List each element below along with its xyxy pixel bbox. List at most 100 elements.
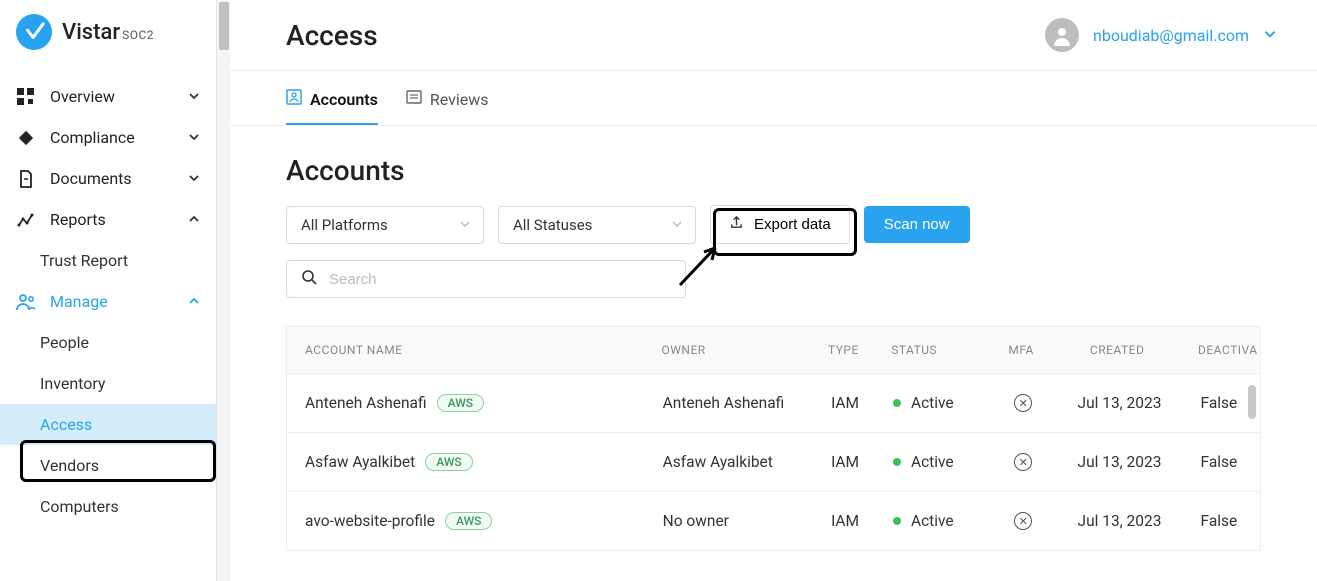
platform-filter[interactable]: All Platforms: [286, 206, 484, 244]
brand: VistarSOC2: [0, 0, 216, 68]
col-header-created[interactable]: CREATED: [1050, 343, 1184, 357]
col-header-deactivated[interactable]: DEACTIVA: [1184, 343, 1260, 357]
sidebar-item-manage[interactable]: Manage: [0, 281, 216, 322]
sidebar-item-label: Overview: [50, 87, 174, 106]
platform-badge: AWS: [445, 512, 492, 530]
sidebar-sub-trust-report[interactable]: Trust Report: [0, 240, 216, 281]
chevron-down-icon: [671, 216, 683, 234]
search-icon: [301, 269, 317, 289]
select-value: All Statuses: [513, 216, 592, 234]
table-scrollbar[interactable]: [1248, 385, 1258, 546]
sidebar-sub-inventory[interactable]: Inventory: [0, 363, 216, 404]
export-label: Export data: [754, 216, 831, 233]
main-content: Access nboudiab@gmail.com Accounts Revie…: [230, 0, 1317, 581]
col-header-mfa[interactable]: MFA: [992, 343, 1050, 357]
sidebar-item-label: Compliance: [50, 128, 174, 147]
page-title: Access: [286, 19, 378, 52]
sidebar-sub-label: Access: [40, 415, 92, 434]
dashboard-icon: [16, 88, 36, 106]
cell-mfa: ✕: [994, 512, 1052, 530]
status-filter[interactable]: All Statuses: [498, 206, 696, 244]
cell-created: Jul 13, 2023: [1052, 453, 1186, 471]
sidebar-item-label: Manage: [50, 292, 174, 311]
sidebar-sub-people[interactable]: People: [0, 322, 216, 363]
table-row[interactable]: avo-website-profileAWSNo ownerIAMActive ✕…: [287, 491, 1260, 550]
export-button[interactable]: Export data: [710, 205, 850, 244]
col-header-status[interactable]: STATUS: [877, 343, 992, 357]
table-row[interactable]: Asfaw AyalkibetAWSAsfaw AyalkibetIAMActi…: [287, 432, 1260, 491]
cell-status: Active: [879, 512, 994, 530]
tab-label: Reviews: [430, 90, 489, 109]
chevron-down-icon: [188, 128, 200, 147]
sidebar-sub-vendors[interactable]: Vendors: [0, 445, 216, 486]
table-body: Anteneh AshenafiAWSAnteneh AshenafiIAMAc…: [287, 373, 1260, 550]
scrollbar-thumb[interactable]: [219, 2, 229, 50]
accounts-table: ACCOUNT NAME OWNER TYPE STATUS MFA CREAT…: [286, 326, 1261, 551]
platform-badge: AWS: [437, 394, 484, 412]
search-input[interactable]: [329, 271, 671, 288]
col-header-type[interactable]: TYPE: [810, 343, 878, 357]
cell-created: Jul 13, 2023: [1052, 512, 1186, 530]
mfa-disabled-icon: ✕: [1014, 512, 1032, 530]
sidebar-item-compliance[interactable]: Compliance: [0, 117, 216, 158]
chevron-up-icon: [188, 210, 200, 229]
cell-name: Anteneh AshenafiAWS: [287, 394, 649, 412]
topbar: Access nboudiab@gmail.com: [230, 0, 1317, 71]
cell-status: Active: [879, 453, 994, 471]
scrollbar-thumb[interactable]: [1248, 385, 1256, 419]
table-row[interactable]: Anteneh AshenafiAWSAnteneh AshenafiIAMAc…: [287, 373, 1260, 432]
tab-accounts[interactable]: Accounts: [286, 89, 378, 125]
people-icon: [16, 293, 36, 311]
sidebar-item-label: Reports: [50, 210, 174, 229]
mfa-disabled-icon: ✕: [1014, 453, 1032, 471]
search-field[interactable]: [286, 260, 686, 298]
sidebar-item-documents[interactable]: Documents: [0, 158, 216, 199]
accounts-section: Accounts All Platforms All Statuses Expo…: [230, 126, 1317, 551]
tab-reviews[interactable]: Reviews: [406, 89, 489, 125]
scan-now-button[interactable]: Scan now: [864, 206, 970, 243]
cell-type: IAM: [811, 453, 879, 471]
chevron-up-icon: [188, 292, 200, 311]
table-header: ACCOUNT NAME OWNER TYPE STATUS MFA CREAT…: [287, 327, 1260, 373]
brand-suffix: SOC2: [122, 28, 154, 42]
avatar: [1045, 18, 1079, 52]
filter-controls: All Platforms All Statuses Export data S…: [286, 205, 1261, 244]
cell-mfa: ✕: [994, 453, 1052, 471]
cell-status: Active: [879, 394, 994, 412]
sidebar-sub-label: Inventory: [40, 374, 106, 393]
sidebar-item-overview[interactable]: Overview: [0, 76, 216, 117]
cell-name: Asfaw AyalkibetAWS: [287, 453, 649, 471]
user-email: nboudiab@gmail.com: [1093, 26, 1249, 45]
sidebar-item-reports[interactable]: Reports: [0, 199, 216, 240]
cell-owner: Asfaw Ayalkibet: [649, 453, 812, 471]
cell-type: IAM: [811, 512, 879, 530]
brand-logo: [16, 14, 52, 50]
user-menu[interactable]: nboudiab@gmail.com: [1045, 18, 1277, 52]
sidebar-sub-label: Trust Report: [40, 251, 128, 270]
sidebar-nav: Overview Compliance Documents: [0, 68, 216, 527]
platform-badge: AWS: [425, 453, 472, 471]
select-value: All Platforms: [301, 216, 388, 234]
sidebar-sub-access[interactable]: Access: [0, 404, 216, 445]
cell-owner: No owner: [649, 512, 812, 530]
cell-type: IAM: [811, 394, 879, 412]
chevron-down-icon: [1263, 26, 1277, 45]
sidebar-scrollbar[interactable]: [216, 0, 230, 581]
chevron-down-icon: [188, 87, 200, 106]
tabs: Accounts Reviews: [230, 71, 1317, 126]
reviews-tab-icon: [406, 89, 422, 109]
mfa-disabled-icon: ✕: [1014, 394, 1032, 412]
accounts-tab-icon: [286, 89, 302, 109]
sidebar-sub-computers[interactable]: Computers: [0, 486, 216, 527]
col-header-name[interactable]: ACCOUNT NAME: [287, 343, 648, 357]
sidebar: VistarSOC2 Overview Compliance: [0, 0, 216, 581]
user-icon: [1051, 24, 1073, 46]
sidebar-item-label: Documents: [50, 169, 174, 188]
sidebar-sub-label: Computers: [40, 497, 119, 516]
brand-text: VistarSOC2: [62, 20, 154, 45]
col-header-owner[interactable]: OWNER: [648, 343, 810, 357]
cell-name: avo-website-profileAWS: [287, 512, 649, 530]
section-title: Accounts: [286, 154, 1261, 187]
cell-owner: Anteneh Ashenafi: [649, 394, 812, 412]
logo-check-icon: [23, 21, 45, 43]
